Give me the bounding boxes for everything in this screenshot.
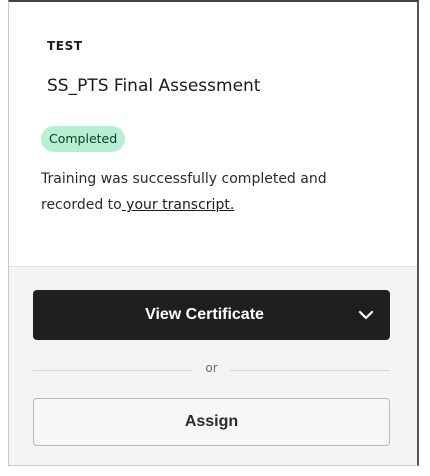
divider-line-right xyxy=(230,370,390,371)
assign-button[interactable]: Assign xyxy=(33,398,390,446)
assign-label: Assign xyxy=(184,413,239,430)
status-badge: Completed xyxy=(41,126,126,152)
content-type-label: TEST xyxy=(47,39,83,53)
transcript-link[interactable]: your transcript. xyxy=(122,197,234,213)
view-certificate-label: View Certificate xyxy=(145,306,264,323)
or-divider: or xyxy=(33,360,390,380)
course-title: SS_PTS Final Assessment xyxy=(47,76,261,96)
completion-description: Training was successfully completed and … xyxy=(41,166,381,218)
training-card: TEST SS_PTS Final Assessment Completed T… xyxy=(8,0,419,466)
divider-text: or xyxy=(205,361,218,375)
chevron-down-icon[interactable] xyxy=(358,307,374,323)
card-header-section: TEST SS_PTS Final Assessment Completed T… xyxy=(9,2,417,266)
view-certificate-button[interactable]: View Certificate xyxy=(33,290,390,340)
